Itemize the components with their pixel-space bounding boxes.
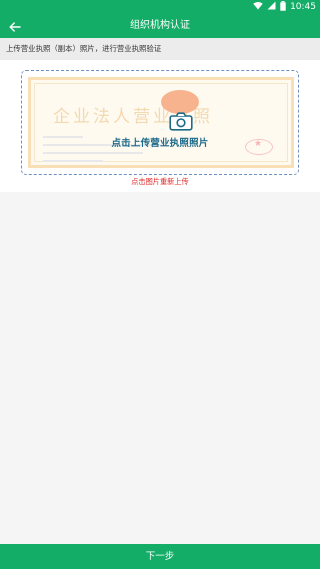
wifi-icon (253, 1, 263, 13)
signal-icon (267, 1, 276, 13)
status-bar: 10:45 (0, 0, 320, 14)
page-title: 组织机构认证 (130, 20, 190, 31)
avatar-placeholder (161, 90, 199, 114)
status-icons: 10:45 (253, 0, 316, 14)
reupload-link[interactable]: 点击图片重新上传 (0, 177, 320, 187)
hint-bar: 上传营业执照（副本）照片，进行营业执照验证 (0, 38, 320, 60)
camera-icon (169, 112, 193, 135)
app-bar: 组织机构认证 (0, 14, 320, 38)
battery-icon (280, 0, 286, 14)
license-text-line (43, 160, 103, 162)
status-time: 10:45 (290, 2, 316, 12)
license-sample-image: 企业法人营业执照 (28, 77, 294, 168)
license-upload-area[interactable]: 企业法人营业执照 点击上传营业执照照片 (21, 70, 299, 175)
license-text-line (43, 152, 143, 154)
upload-panel: 企业法人营业执照 点击上传营业执照照片 点击图片重新上传 (0, 60, 320, 192)
next-button[interactable]: 下一步 (0, 544, 320, 569)
hint-text: 上传营业执照（副本）照片，进行营业执照验证 (6, 44, 162, 53)
upload-label: 点击上传营业执照照片 (111, 138, 209, 149)
